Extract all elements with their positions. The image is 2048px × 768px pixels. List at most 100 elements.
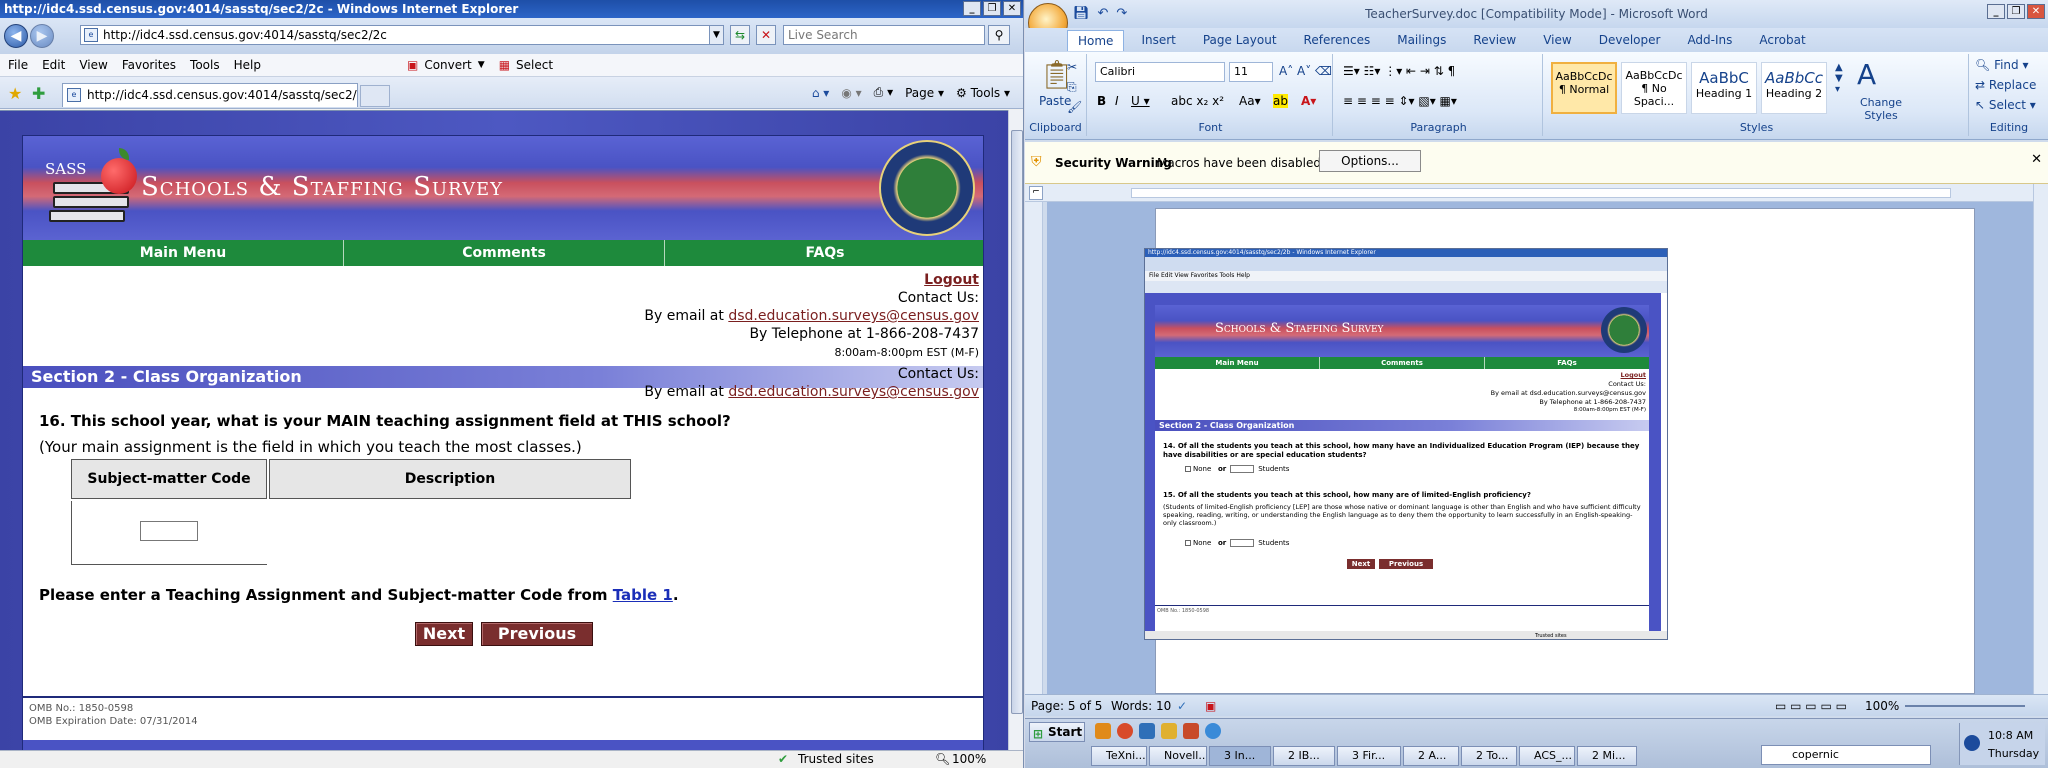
change-styles-icon[interactable]: A [1857,58,1876,91]
highlight-icon[interactable]: ab [1273,94,1288,108]
tab-current[interactable]: e http://idc4.ssd.census.gov:4014/sasstq… [62,83,358,107]
word-vertical-scrollbar[interactable] [2033,184,2048,694]
quicklaunch-folder-icon[interactable] [1161,723,1177,739]
word-count[interactable]: Words: 10 [1111,695,1171,717]
back-icon[interactable]: ◀ [4,24,28,48]
task-ib[interactable]: 2 IB... [1273,746,1335,766]
feeds-icon[interactable]: ◉ ▾ [841,86,861,100]
nav-comments[interactable]: Comments [344,240,665,266]
task-acrobat[interactable]: 2 A... [1403,746,1459,766]
page-count[interactable]: Page: 5 of 5 [1031,695,1102,717]
nav-main-menu[interactable]: Main Menu [23,240,344,266]
find-button[interactable]: 🔍︎ Find ▾ [1975,58,2029,72]
tab-references[interactable]: References [1304,33,1371,47]
copy-icon[interactable]: ⎘ [1067,80,1077,95]
page-menu[interactable]: Page ▾ [905,86,944,100]
tab-acrobat[interactable]: Acrobat [1759,33,1805,47]
menu-file[interactable]: File [8,58,28,72]
address-dropdown-icon[interactable]: ▼ [709,26,723,44]
task-texnic[interactable]: TeXni... [1091,746,1147,766]
menu-tools[interactable]: Tools [190,58,220,72]
task-acs[interactable]: ACS_... [1519,746,1575,766]
select-menu-button[interactable]: ↖ Select ▾ [1975,98,2036,112]
zoom-percent[interactable]: 100% [1865,695,1899,717]
embedded-screenshot[interactable]: http://idc4.ssd.census.gov:4014/sasstq/s… [1144,248,1668,640]
add-favorite-icon[interactable]: ✚ [32,84,45,103]
font-name-select[interactable]: Calibri [1095,62,1225,82]
close-button[interactable]: ✕ [1003,1,1021,16]
tab-mailings[interactable]: Mailings [1397,33,1446,47]
menu-edit[interactable]: Edit [42,58,65,72]
macro-record-icon[interactable]: ▣ [1205,695,1216,717]
quicklaunch-opera-icon[interactable] [1117,723,1133,739]
next-button[interactable]: Next [415,622,473,646]
style-normal[interactable]: AaBbCcDc ¶ Normal [1551,62,1617,114]
bullets-icon[interactable]: ☰▾ ☷▾ ⋮▾ ⇤ ⇥ ⇅ ¶ [1343,64,1455,78]
ie-vertical-scrollbar[interactable] [1008,110,1023,750]
undo-icon[interactable]: ↶ [1098,6,1109,21]
table-1-link[interactable]: Table 1 [613,586,673,604]
search-input[interactable]: Live Search [783,25,985,45]
redo-icon[interactable]: ↷ [1116,6,1127,21]
task-word[interactable]: 2 Mi... [1577,746,1637,766]
search-icon[interactable]: ⚲ [988,25,1010,45]
quicklaunch-ie-icon[interactable] [1139,723,1155,739]
tab-selector-icon[interactable]: ⌐ [1029,186,1043,200]
italic-icon[interactable]: I [1115,94,1119,108]
tab-home[interactable]: Home [1067,29,1125,51]
quicklaunch-firefox-icon[interactable] [1095,723,1111,739]
font-color-icon[interactable]: A▾ [1301,94,1316,108]
quicklaunch-browser-icon[interactable] [1205,723,1221,739]
underline-icon[interactable]: U ▾ [1131,94,1150,108]
tray-network-icon[interactable] [1964,735,1980,751]
email-link[interactable]: dsd.education.surveys@census.gov [728,308,979,324]
zoom-level[interactable]: 100% [952,751,986,768]
menu-help[interactable]: Help [234,58,261,72]
menu-view[interactable]: View [79,58,107,72]
word-maximize-button[interactable]: ❐ [2007,4,2025,19]
clock-time[interactable]: 10:8 AM [1988,729,2033,742]
task-to[interactable]: 2 To... [1461,746,1517,766]
word-close-button[interactable]: ✕ [2027,4,2045,19]
forward-icon[interactable]: ▶ [30,24,54,48]
tab-add-ins[interactable]: Add-Ins [1687,33,1732,47]
cut-icon[interactable]: ✂ [1067,60,1077,74]
proofing-icon[interactable]: ✓ [1177,695,1187,717]
convert-button[interactable]: Convert [424,58,471,72]
menu-favorites[interactable]: Favorites [122,58,176,72]
save-icon[interactable]: 💾︎ [1073,6,1090,21]
desktop-search-input[interactable]: copernic [1761,745,1931,765]
select-button[interactable]: Select [516,58,553,72]
stop-icon[interactable]: ✕ [756,25,776,45]
restore-button[interactable]: ❐ [983,1,1001,16]
style-no-spacing[interactable]: AaBbCcDc ¶ No Spaci... [1621,62,1687,114]
convert-dropdown-icon[interactable]: ▼ [478,60,485,70]
subject-code-input[interactable] [140,521,198,541]
tools-menu[interactable]: ⚙ Tools ▾ [956,86,1010,100]
font-size-select[interactable]: 11 [1229,62,1273,82]
task-ie[interactable]: 3 In... [1209,746,1271,766]
task-firefox[interactable]: 3 Fir... [1337,746,1401,766]
home-icon[interactable]: ⌂ ▾ [812,86,829,100]
close-warning-icon[interactable]: ✕ [2031,152,2042,167]
nav-faqs[interactable]: FAQs [665,240,983,266]
format-painter-icon[interactable]: 🖌︎ [1067,100,1082,114]
change-styles-button[interactable]: Change Styles [1851,96,1911,122]
change-case-icon[interactable]: Aa▾ [1239,94,1261,108]
quicklaunch-app-icon[interactable] [1183,723,1199,739]
zoom-icon[interactable]: 🔍︎ [935,751,950,768]
tab-review[interactable]: Review [1473,33,1516,47]
tab-page-layout[interactable]: Page Layout [1203,33,1277,47]
task-novell[interactable]: Novell... [1149,746,1207,766]
strikethrough-icon[interactable]: abc x₂ x² [1171,94,1224,108]
options-button[interactable]: Options... [1319,150,1421,172]
scroll-thumb[interactable] [1011,130,1023,714]
previous-button[interactable]: Previous [481,622,593,646]
logout-link[interactable]: Logout [924,272,979,288]
start-button[interactable]: ⊞ Start [1029,722,1085,742]
bold-icon[interactable]: B [1097,94,1106,108]
refresh-icon[interactable]: ⇆ [730,25,750,45]
print-icon[interactable]: ⎙ ▾ [874,85,893,100]
tab-developer[interactable]: Developer [1599,33,1661,47]
align-icon[interactable]: ≡ ≡ ≡ ≡ ⇕▾ ▧▾ ▦▾ [1343,94,1457,108]
